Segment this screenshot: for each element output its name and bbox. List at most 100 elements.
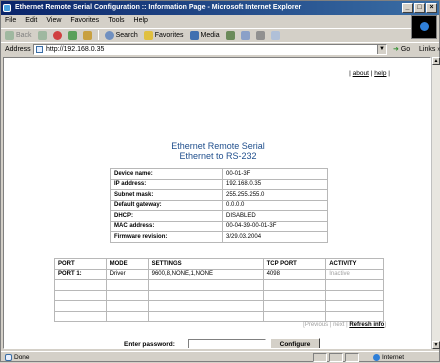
mail-button[interactable] bbox=[240, 30, 250, 40]
media-button[interactable]: Media bbox=[189, 29, 220, 42]
go-arrow-icon: ➜ bbox=[393, 46, 399, 53]
edit-button[interactable] bbox=[270, 30, 280, 40]
page-icon bbox=[36, 46, 43, 53]
history-button[interactable] bbox=[225, 30, 235, 40]
status-text: Done bbox=[14, 354, 30, 361]
window-title: Ethernet Remote Serial Configuration :: … bbox=[15, 4, 302, 11]
info-key: Firmware revision: bbox=[110, 231, 223, 243]
history-icon bbox=[225, 30, 235, 40]
address-input[interactable]: http://192.168.0.35 ▼ bbox=[33, 44, 387, 55]
forward-button[interactable] bbox=[37, 30, 47, 40]
refresh-icon bbox=[67, 30, 77, 40]
internet-globe-icon bbox=[373, 354, 380, 361]
info-row: Firmware revision: 3/29.03.2004 bbox=[110, 231, 328, 243]
info-value: 00-01-3F bbox=[222, 168, 328, 180]
print-button[interactable] bbox=[255, 30, 265, 40]
standard-toolbar: Back Search Favorites Media bbox=[1, 28, 411, 41]
table-row-empty bbox=[54, 279, 384, 291]
vertical-scrollbar[interactable]: ▲ ▼ bbox=[431, 57, 440, 349]
page-title: Ethernet Remote Serial Ethernet to RS-23… bbox=[4, 141, 430, 161]
mode-cell: Driver bbox=[105, 268, 149, 280]
go-button[interactable]: ➜ Go bbox=[393, 43, 410, 56]
port-table-header-row: PORT MODE SETTINGS TCP PORT ACTIVITY bbox=[54, 258, 384, 270]
tcp-port-cell: 4098 bbox=[262, 268, 327, 280]
activity-cell: Inactive bbox=[325, 268, 384, 280]
browser-window: Ethernet Remote Serial Configuration :: … bbox=[0, 0, 440, 362]
info-value: 192.168.0.35 bbox=[222, 178, 328, 190]
password-label: Enter password: bbox=[124, 341, 175, 348]
ie-app-icon bbox=[3, 4, 11, 12]
about-link[interactable]: about bbox=[353, 70, 369, 77]
scroll-up-icon[interactable]: ▲ bbox=[432, 57, 440, 65]
mail-icon bbox=[240, 30, 250, 40]
stop-button[interactable] bbox=[52, 30, 62, 40]
info-key: MAC address: bbox=[110, 220, 223, 232]
media-label: Media bbox=[200, 31, 220, 39]
window-controls: _ □ × bbox=[402, 3, 437, 13]
refresh-button[interactable] bbox=[67, 30, 77, 40]
configure-button[interactable]: Configure bbox=[270, 338, 320, 348]
refresh-info-link[interactable]: Refresh info bbox=[349, 322, 384, 328]
forward-arrow-icon bbox=[37, 30, 47, 40]
back-arrow-icon bbox=[5, 30, 14, 40]
top-links: | about | help | bbox=[349, 70, 390, 77]
zone-label: Internet bbox=[382, 354, 405, 361]
col-settings: SETTINGS bbox=[147, 258, 264, 270]
port-status-table: PORT MODE SETTINGS TCP PORT ACTIVITY POR… bbox=[54, 258, 384, 322]
go-label: Go bbox=[400, 46, 411, 53]
info-key: Default gateway: bbox=[110, 199, 223, 211]
menu-favorites[interactable]: Favorites bbox=[70, 15, 99, 27]
settings-cell: 9600,8,NONE,1,NONE bbox=[147, 268, 264, 280]
status-panel bbox=[313, 353, 327, 362]
info-row: Subnet mask: 255.255.255.0 bbox=[110, 189, 328, 201]
info-value: 00-04-39-00-01-3F bbox=[222, 220, 328, 232]
address-dropdown-icon[interactable]: ▼ bbox=[377, 45, 386, 54]
page-title-line1: Ethernet Remote Serial bbox=[171, 141, 265, 151]
info-row: Default gateway: 0.0.0.0 bbox=[110, 199, 328, 211]
address-bar: Address http://192.168.0.35 ▼ ➜ Go Links… bbox=[1, 42, 440, 56]
password-row: Enter password: Configure bbox=[120, 338, 330, 348]
print-icon bbox=[255, 30, 265, 40]
links-button[interactable]: Links » bbox=[419, 43, 440, 56]
scroll-down-icon[interactable]: ▼ bbox=[432, 341, 440, 349]
help-link[interactable]: help bbox=[374, 70, 386, 77]
favorites-button[interactable]: Favorites bbox=[143, 29, 184, 42]
col-activity: ACTIVITY bbox=[325, 258, 384, 270]
search-button[interactable]: Search bbox=[104, 29, 138, 42]
info-key: DHCP: bbox=[110, 210, 223, 222]
home-button[interactable] bbox=[82, 30, 92, 40]
menu-file[interactable]: File bbox=[5, 15, 16, 27]
next-link: next bbox=[333, 322, 345, 328]
media-icon bbox=[189, 30, 199, 40]
info-key: IP address: bbox=[110, 178, 223, 190]
col-tcp-port: TCP PORT bbox=[262, 258, 327, 270]
status-left: Done bbox=[5, 352, 30, 363]
col-port: PORT bbox=[54, 258, 107, 270]
back-button[interactable]: Back bbox=[5, 29, 32, 42]
previous-link: Previous bbox=[304, 322, 329, 328]
close-button[interactable]: × bbox=[426, 3, 437, 13]
menu-view[interactable]: View bbox=[46, 15, 61, 27]
info-key: Device name: bbox=[110, 168, 223, 180]
table-row-empty bbox=[54, 289, 384, 301]
info-row: IP address: 192.168.0.35 bbox=[110, 178, 328, 190]
table-row-empty bbox=[54, 300, 384, 312]
info-key: Subnet mask: bbox=[110, 189, 223, 201]
menu-edit[interactable]: Edit bbox=[25, 15, 37, 27]
pager: [Previous | next | Refresh info] bbox=[303, 322, 386, 328]
maximize-button[interactable]: □ bbox=[414, 3, 425, 13]
page-content: | about | help | Ethernet Remote Serial … bbox=[3, 57, 431, 349]
col-mode: MODE bbox=[105, 258, 149, 270]
info-value: 3/29.03.2004 bbox=[222, 231, 328, 243]
menu-tools[interactable]: Tools bbox=[108, 15, 124, 27]
table-row-empty bbox=[54, 310, 384, 322]
back-label: Back bbox=[16, 31, 32, 39]
home-icon bbox=[82, 30, 92, 40]
menu-help[interactable]: Help bbox=[134, 15, 148, 27]
info-row: DHCP: DISABLED bbox=[110, 210, 328, 222]
favorites-star-icon bbox=[143, 30, 153, 40]
toolbar-separator bbox=[97, 30, 99, 40]
password-input[interactable] bbox=[188, 339, 266, 348]
minimize-button[interactable]: _ bbox=[402, 3, 413, 13]
info-value: 255.255.255.0 bbox=[222, 189, 328, 201]
